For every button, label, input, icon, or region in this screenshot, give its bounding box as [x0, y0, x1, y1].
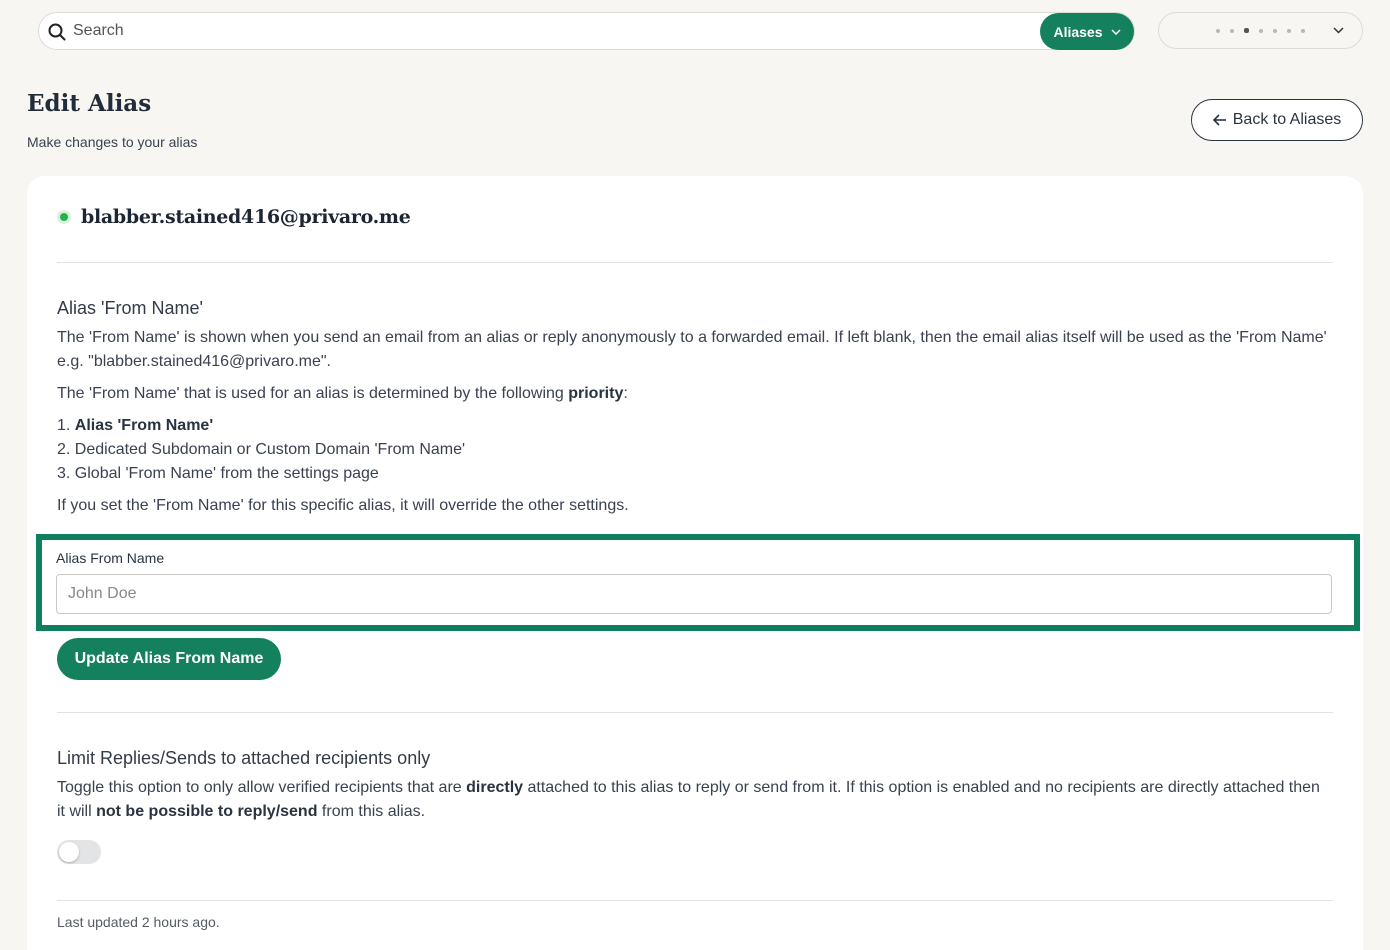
from-name-field-group: Alias From Name [36, 534, 1360, 631]
from-name-description: The 'From Name' is shown when you send a… [57, 329, 1327, 370]
priority-intro: The 'From Name' that is used for an alia… [57, 385, 628, 402]
chevron-down-icon [1110, 28, 1121, 35]
arrow-left-icon [1212, 114, 1226, 126]
limit-replies-toggle[interactable] [57, 840, 101, 864]
divider [57, 262, 1333, 263]
from-name-input[interactable] [56, 574, 1332, 614]
chevron-down-icon [1333, 27, 1344, 34]
list-item: 3. Global 'From Name' from the settings … [57, 465, 379, 482]
active-status-icon [57, 210, 71, 224]
priority-list: 1. Alias 'From Name' 2. Dedicated Subdom… [57, 414, 465, 486]
divider [57, 900, 1333, 901]
search-input[interactable] [73, 13, 1033, 49]
page-title: Edit Alias [27, 90, 152, 117]
override-note: If you set the 'From Name' for this spec… [57, 497, 629, 514]
account-name-redacted [1187, 28, 1333, 33]
list-item: 2. Dedicated Subdomain or Custom Domain … [57, 441, 466, 458]
account-menu-button[interactable] [1158, 12, 1363, 49]
search-icon [48, 23, 66, 41]
back-to-aliases-button[interactable]: Back to Aliases [1191, 99, 1363, 141]
from-name-section-title: Alias 'From Name' [57, 298, 203, 318]
toggle-knob [59, 842, 79, 862]
from-name-field-label: Alias From Name [56, 550, 165, 566]
limit-replies-description: Toggle this option to only allow verifie… [57, 779, 1320, 820]
last-updated-text: Last updated 2 hours ago. [57, 914, 220, 930]
aliases-scope-label: Aliases [1053, 23, 1103, 40]
alias-email: blabber.stained416@privaro.me [81, 206, 411, 228]
search-bar: Aliases [38, 12, 1135, 50]
alias-heading: blabber.stained416@privaro.me [57, 206, 411, 228]
aliases-scope-button[interactable]: Aliases [1040, 13, 1134, 50]
divider [57, 712, 1333, 713]
limit-replies-section-title: Limit Replies/Sends to attached recipien… [57, 748, 431, 768]
update-from-name-button[interactable]: Update Alias From Name [57, 638, 281, 680]
back-to-aliases-label: Back to Aliases [1232, 111, 1342, 128]
page-subtitle: Make changes to your alias [27, 134, 198, 150]
alias-edit-card: blabber.stained416@privaro.me Alias 'Fro… [27, 176, 1363, 950]
list-item: 1. Alias 'From Name' [57, 417, 214, 434]
